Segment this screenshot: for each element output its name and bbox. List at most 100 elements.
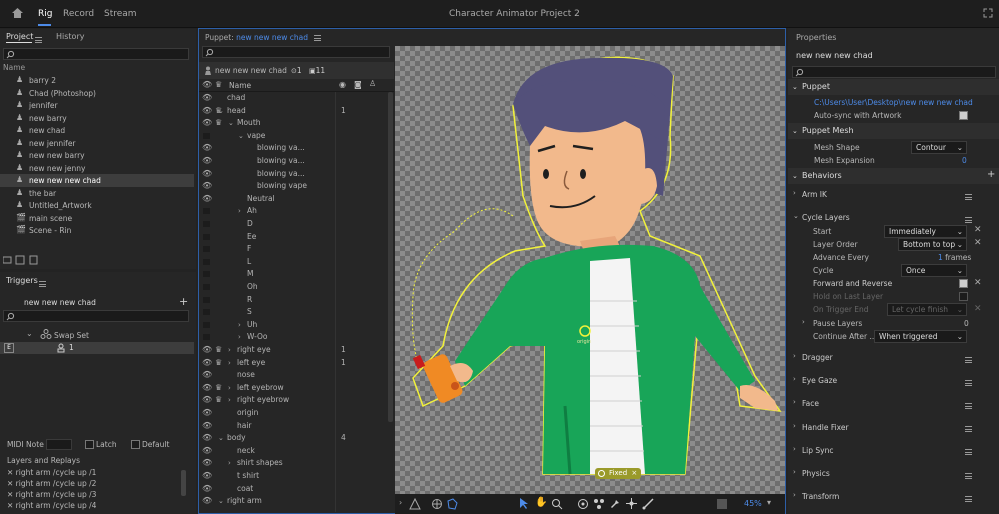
behavior-menu-icon[interactable]: [965, 449, 972, 456]
advance-value[interactable]: 1: [938, 253, 943, 262]
visibility-eye-icon[interactable]: 👁: [202, 394, 212, 407]
layer-row[interactable]: M: [199, 268, 387, 281]
chevron-down-icon[interactable]: ⌄: [218, 432, 224, 445]
independent-crown-icon[interactable]: ♛: [215, 382, 222, 395]
layer-row[interactable]: 👁 blowing vape: [199, 180, 387, 193]
project-item[interactable]: ♟ new new barry: [0, 149, 194, 162]
visibility-eye-icon[interactable]: 👁: [202, 432, 212, 445]
visibility-off-box[interactable]: [203, 132, 210, 139]
project-item[interactable]: ♟ jennifer: [0, 99, 194, 112]
chevron-right-icon[interactable]: ›: [793, 375, 796, 383]
chevron-right-icon[interactable]: ›: [802, 318, 805, 326]
visibility-off-box[interactable]: [203, 296, 210, 303]
replay-item[interactable]: ✕ right arm /cycle up /3: [7, 490, 96, 499]
zoom-dropdown-icon[interactable]: ▾: [767, 498, 771, 507]
triggers-menu-icon[interactable]: [39, 280, 46, 287]
layer-row[interactable]: 👁 ♛ › left eye 1: [199, 357, 387, 370]
chevron-right-icon[interactable]: ›: [228, 344, 231, 357]
visibility-eye-icon[interactable]: 👁: [202, 457, 212, 470]
visibility-eye-icon[interactable]: 👁: [202, 168, 212, 181]
layer-row[interactable]: ⌄ vape: [199, 130, 387, 143]
puppet-section-header[interactable]: ⌄ Puppet: [788, 79, 999, 95]
layer-row[interactable]: › Uh: [199, 319, 387, 332]
behavior-menu-icon[interactable]: [965, 402, 972, 409]
visibility-off-box[interactable]: [203, 221, 210, 227]
layer-row[interactable]: 👁 nose: [199, 369, 387, 382]
tab-project[interactable]: Project: [6, 32, 33, 48]
visibility-eye-icon[interactable]: 👁: [202, 193, 212, 206]
visibility-eye-icon[interactable]: 👁: [202, 117, 212, 130]
visibility-eye-icon[interactable]: 👁: [202, 483, 212, 496]
latch-checkbox[interactable]: [85, 440, 94, 449]
behaviors-section-header[interactable]: ⌄ Behaviors +: [788, 168, 999, 184]
project-item[interactable]: ♟ new jennifer: [0, 137, 194, 150]
origin-tool-icon[interactable]: [577, 498, 589, 510]
puppet-menu-icon[interactable]: [314, 35, 322, 41]
layer-row[interactable]: R: [199, 294, 387, 307]
visibility-off-box[interactable]: [203, 284, 210, 290]
layer-scrollbar[interactable]: [388, 92, 393, 422]
mesh-icon[interactable]: [431, 498, 443, 510]
tab-record[interactable]: Record: [63, 9, 94, 19]
visibility-eye-icon[interactable]: 👁: [202, 470, 212, 483]
visibility-off-box[interactable]: [203, 246, 210, 253]
chevron-right-icon[interactable]: ›: [228, 357, 231, 370]
layer-row[interactable]: › W-Oo: [199, 331, 387, 344]
chevron-down-icon[interactable]: ⌄: [228, 117, 234, 130]
visibility-off-box[interactable]: [203, 309, 210, 316]
layer-row[interactable]: 👁 blowing va...: [199, 142, 387, 155]
layer-row[interactable]: D: [199, 218, 387, 231]
layer-row[interactable]: 👁 origin: [199, 407, 387, 420]
layer-row[interactable]: 👁 ♛ › left eyebrow: [199, 382, 387, 395]
layer-row[interactable]: 👁 blowing va...: [199, 168, 387, 181]
puppet-canvas[interactable]: origin Fixed ×: [395, 46, 785, 494]
puppet-mesh-section-header[interactable]: ⌄ Puppet Mesh: [788, 123, 999, 139]
remove-replay-icon[interactable]: ✕: [7, 479, 16, 488]
visibility-eye-icon[interactable]: 👁: [202, 155, 212, 168]
behavior-menu-icon[interactable]: [965, 356, 972, 363]
midi-note-input[interactable]: [46, 439, 72, 450]
chevron-down-icon[interactable]: ⌄: [218, 105, 224, 118]
project-search-input[interactable]: [3, 48, 189, 60]
visibility-eye-icon[interactable]: 👁: [202, 407, 212, 420]
layer-row[interactable]: 👁 ⌄ right arm: [199, 495, 387, 508]
visibility-eye-icon[interactable]: 👁: [202, 382, 212, 395]
chevron-right-icon[interactable]: ›: [793, 445, 796, 453]
tab-stream[interactable]: Stream: [104, 9, 137, 19]
visibility-eye-icon[interactable]: 👁: [202, 180, 212, 193]
project-item[interactable]: ♟ new new jenny: [0, 162, 194, 175]
default-checkbox[interactable]: [131, 440, 140, 449]
chevron-right-icon[interactable]: ›: [238, 205, 241, 218]
behavior-row[interactable]: › Lip Sync: [793, 445, 993, 457]
remove-replay-icon[interactable]: ✕: [7, 501, 16, 510]
independent-crown-icon[interactable]: ♛: [215, 394, 222, 407]
independent-crown-icon[interactable]: ♛: [215, 117, 222, 130]
visibility-eye-icon[interactable]: 👁: [202, 369, 212, 382]
toolbar-chevron-icon[interactable]: ›: [399, 498, 402, 507]
replay-scrollbar[interactable]: [181, 470, 186, 496]
reset-order-icon[interactable]: ✕: [974, 238, 982, 248]
project-item[interactable]: ♟ the bar: [0, 187, 194, 200]
select-cursor-icon[interactable]: [519, 497, 529, 510]
handle-tool-icon[interactable]: [593, 498, 605, 510]
chevron-right-icon[interactable]: ›: [793, 491, 796, 499]
chevron-right-icon[interactable]: ›: [793, 398, 796, 406]
puppet-path[interactable]: C:\Users\User\Desktop\new new new chad: [814, 98, 973, 107]
chevron-right-icon[interactable]: ›: [793, 468, 796, 476]
visibility-eye-icon[interactable]: 👁: [202, 495, 212, 508]
chevron-right-icon[interactable]: ›: [793, 422, 796, 430]
hold-last-checkbox[interactable]: [959, 292, 968, 301]
dragger-tool-icon[interactable]: [625, 497, 638, 510]
reset-start-icon[interactable]: ✕: [974, 225, 982, 235]
mesh-shape-dropdown[interactable]: Contour ⌄: [911, 141, 967, 154]
visibility-eye-icon[interactable]: 👁: [202, 92, 212, 105]
warp-icon[interactable]: [409, 498, 421, 510]
independent-crown-icon[interactable]: ♛: [215, 344, 222, 357]
visibility-eye-icon[interactable]: 👁: [202, 357, 212, 370]
reset-trigger-end-icon[interactable]: ✕: [974, 304, 982, 314]
puppet-search-input[interactable]: [202, 46, 390, 58]
menu-icon[interactable]: [35, 36, 42, 43]
layer-row[interactable]: 👁 coat: [199, 483, 387, 496]
puppet-outline-icon[interactable]: [446, 498, 458, 510]
project-item[interactable]: 🎬 Scene - Rin: [0, 224, 194, 237]
